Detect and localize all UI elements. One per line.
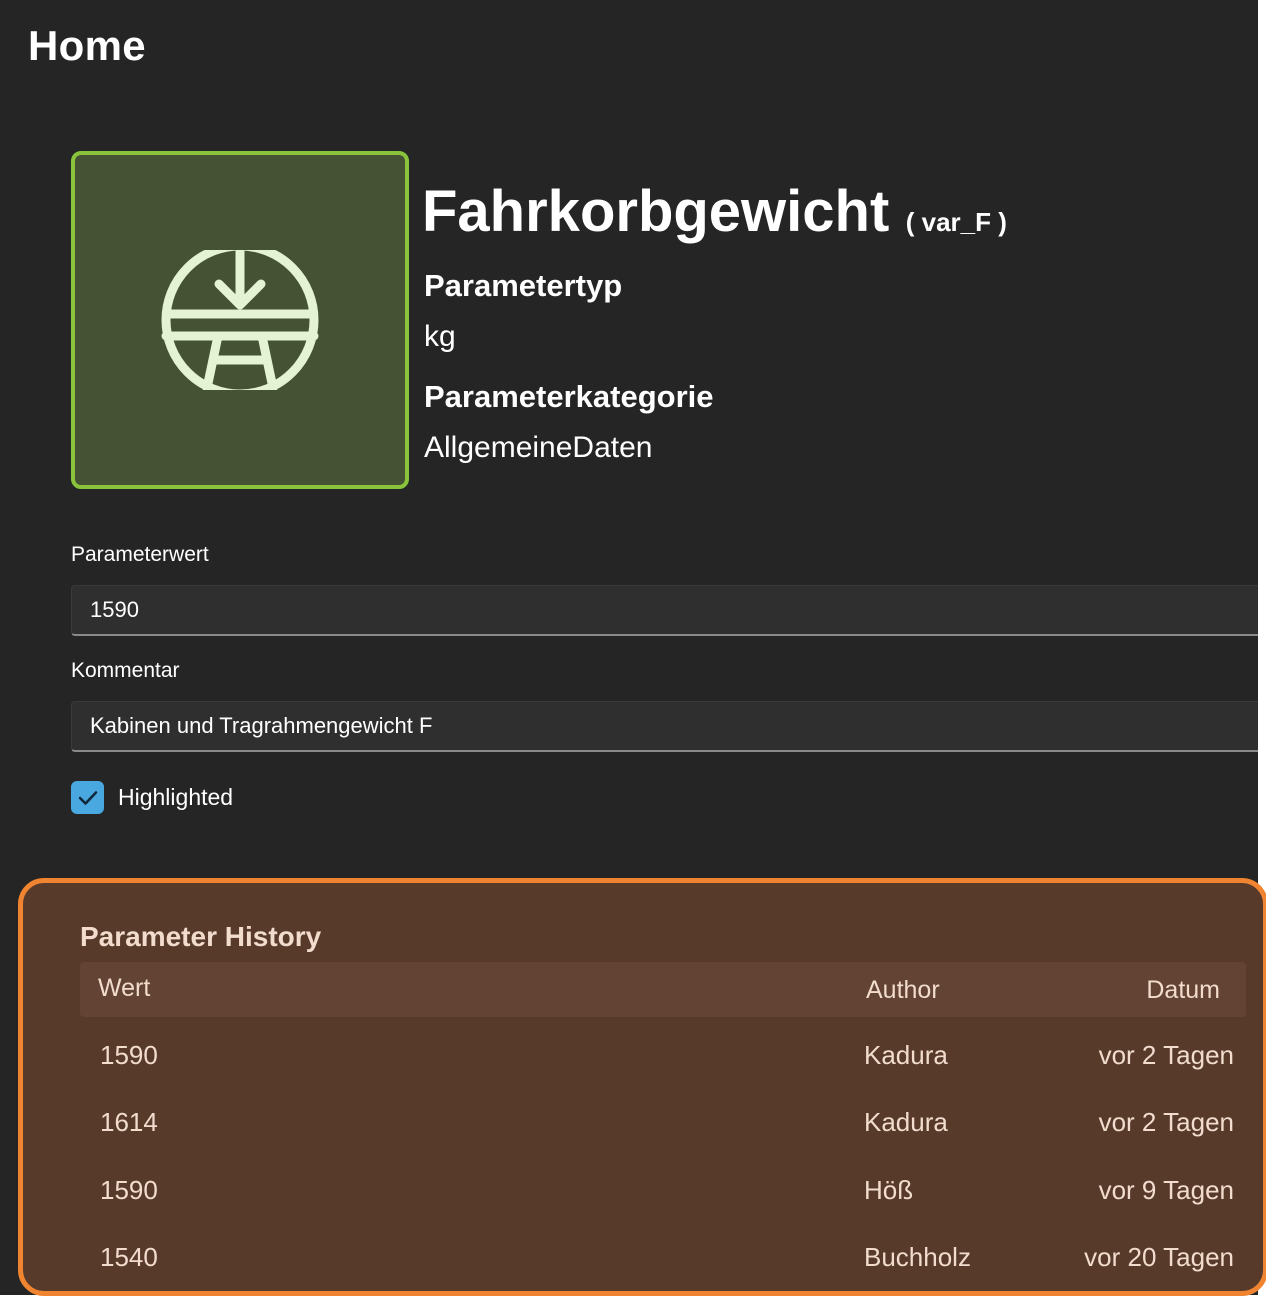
history-cell-datum: vor 9 Tagen (1098, 1175, 1234, 1205)
history-cell-datum: vor 2 Tagen (1098, 1107, 1234, 1137)
history-cell-wert: 1590 (100, 1040, 158, 1070)
highlighted-checkbox[interactable] (71, 781, 104, 814)
parameter-title-row: Fahrkorbgewicht ( var_F ) (422, 178, 1007, 245)
parameter-icon-tile (71, 151, 409, 489)
history-row[interactable]: 1614 Kadura vor 2 Tagen (80, 1095, 1246, 1155)
checkmark-icon (78, 790, 97, 805)
history-cell-wert: 1540 (100, 1242, 158, 1272)
history-row[interactable]: 1590 Höß vor 9 Tagen (80, 1163, 1246, 1223)
parameter-category-label: Parameterkategorie (424, 379, 714, 414)
parameter-type-label: Parametertyp (424, 268, 623, 303)
parameter-category-value: AllgemeineDaten (424, 431, 653, 464)
parameter-value-label: Parameterwert (71, 543, 209, 566)
history-cell-author: Buchholz (864, 1242, 971, 1272)
parameter-type-value: kg (424, 320, 456, 353)
history-cell-author: Kadura (864, 1107, 948, 1137)
parameter-variable: ( var_F ) (905, 207, 1007, 237)
history-cell-wert: 1614 (100, 1107, 158, 1137)
page-title: Home (28, 22, 146, 69)
history-row[interactable]: 1590 Kadura vor 2 Tagen (80, 1028, 1246, 1088)
parameter-history-panel: Parameter History Wert Author Datum 1590… (18, 878, 1266, 1296)
history-cell-datum: vor 20 Tagen (1084, 1242, 1234, 1272)
parameter-name: Fahrkorbgewicht (422, 179, 890, 244)
history-table-header: Wert Author Datum (80, 962, 1246, 1017)
history-cell-wert: 1590 (100, 1175, 158, 1205)
column-header-wert[interactable]: Wert (98, 974, 150, 1003)
column-header-author[interactable]: Author (866, 976, 940, 1005)
history-title: Parameter History (80, 921, 322, 952)
highlighted-label: Highlighted (118, 784, 234, 810)
comment-label: Kommentar (71, 659, 180, 682)
comment-input[interactable] (71, 701, 1258, 752)
history-cell-author: Kadura (864, 1040, 948, 1070)
scale-weight-icon (161, 250, 319, 390)
parameter-value-input[interactable] (71, 585, 1258, 636)
column-header-datum[interactable]: Datum (1146, 976, 1220, 1005)
history-cell-datum: vor 2 Tagen (1098, 1040, 1234, 1070)
history-row[interactable]: 1540 Buchholz vor 20 Tagen (80, 1230, 1246, 1290)
history-cell-author: Höß (864, 1175, 914, 1205)
